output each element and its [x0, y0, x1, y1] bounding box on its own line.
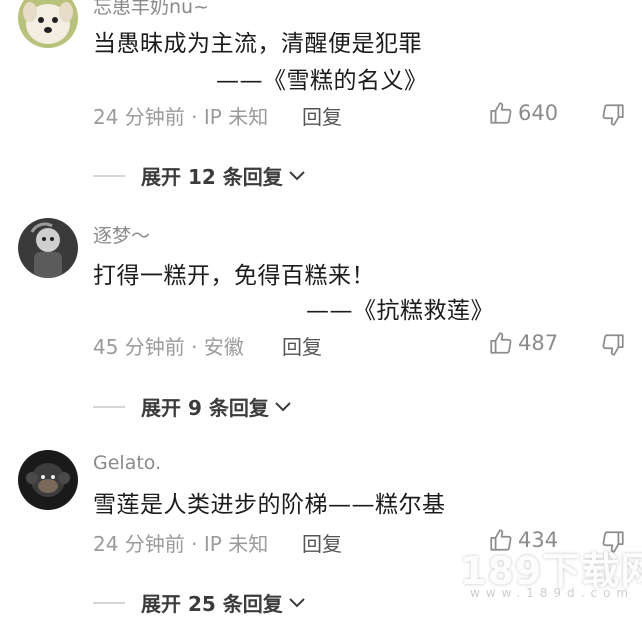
chevron-down-icon — [289, 170, 305, 180]
chevron-down-icon — [275, 401, 291, 411]
avatar[interactable] — [18, 218, 78, 278]
chevron-down-icon — [289, 597, 305, 607]
expand-replies-button[interactable]: 展开 25 条回复 — [141, 588, 307, 617]
dislike-button[interactable] — [600, 332, 626, 358]
thumbs-down-icon — [602, 104, 624, 126]
username[interactable]: Gelato. — [93, 452, 161, 474]
username[interactable]: 忘患丰奶nu~ — [93, 0, 209, 19]
reply-button[interactable]: 回复 — [282, 331, 322, 360]
like-count: 487 — [518, 331, 559, 355]
divider — [93, 405, 125, 408]
comment-text: ——《抗糕救莲》 — [306, 298, 494, 324]
divider — [93, 601, 125, 604]
comment-meta: 24 分钟前 · IP 未知 — [93, 105, 269, 129]
expand-replies-label: 展开 9 条回复 — [141, 396, 269, 420]
username[interactable]: 逐梦～ — [93, 221, 150, 248]
comment-text: 当愚昧成为主流，清醒便是犯罪 — [93, 31, 422, 57]
expand-replies-row: 展开 12 条回复 — [93, 161, 307, 190]
expand-replies-row: 展开 25 条回复 — [93, 588, 307, 617]
cartoon-person-avatar-icon — [18, 218, 78, 278]
like-button[interactable]: 640 — [488, 100, 558, 126]
comment-text: ——《雪糕的名义》 — [216, 68, 428, 94]
dog-avatar-icon — [18, 0, 78, 48]
like-count: 640 — [518, 101, 559, 125]
reply-button[interactable]: 回复 — [302, 528, 342, 557]
dislike-button[interactable] — [600, 102, 626, 128]
like-button[interactable]: 487 — [488, 330, 558, 356]
expand-replies-button[interactable]: 展开 12 条回复 — [141, 161, 307, 190]
comment-meta: 24 分钟前 · IP 未知 — [93, 532, 269, 556]
watermark-url: www.189d.com — [470, 586, 635, 600]
avatar[interactable] — [18, 0, 78, 48]
comment-text: 雪莲是人类进步的阶梯——糕尔基 — [93, 492, 446, 518]
divider — [93, 174, 125, 177]
expand-replies-label: 展开 25 条回复 — [141, 592, 283, 616]
monkey-avatar-icon — [18, 450, 78, 510]
thumbs-up-icon — [490, 332, 512, 354]
expand-replies-button[interactable]: 展开 9 条回复 — [141, 392, 293, 421]
thumbs-down-icon — [602, 334, 624, 356]
thumbs-up-icon — [490, 102, 512, 124]
reply-button[interactable]: 回复 — [302, 101, 342, 130]
comment-text: 打得一糕开，免得百糕来！ — [93, 263, 375, 289]
expand-replies-row: 展开 9 条回复 — [93, 392, 293, 421]
comment-meta: 45 分钟前 · 安徽 — [93, 335, 244, 359]
avatar[interactable] — [18, 450, 78, 510]
expand-replies-label: 展开 12 条回复 — [141, 165, 283, 189]
